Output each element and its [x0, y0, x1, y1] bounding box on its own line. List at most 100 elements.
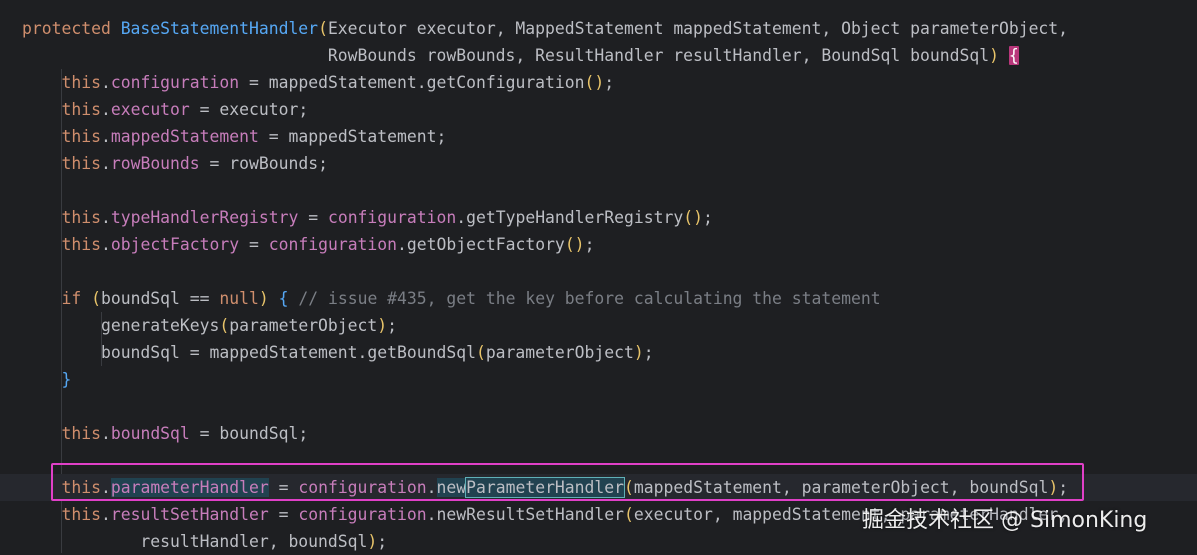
- code-token: null: [219, 289, 259, 308]
- code-token: executor: [110, 100, 190, 119]
- code-token: this: [61, 235, 101, 254]
- code-token: = mappedStatement;: [258, 127, 447, 146]
- code-token: = executor;: [189, 100, 309, 119]
- code-token: (): [584, 73, 605, 92]
- code-token: (: [475, 343, 486, 362]
- code-token: ;: [387, 316, 398, 335]
- code-line[interactable]: boundSql = mappedStatement.getBoundSql(p…: [22, 339, 1197, 366]
- code-token: =: [298, 208, 328, 227]
- code-token: parameterObject: [485, 343, 634, 362]
- code-line[interactable]: if (boundSql == null) { // issue #435, g…: [22, 285, 1197, 312]
- code-line[interactable]: this.mappedStatement = mappedStatement;: [22, 123, 1197, 150]
- code-token: configuration: [268, 235, 398, 254]
- code-token: this: [61, 100, 101, 119]
- code-token: .: [100, 505, 111, 524]
- code-token: protected: [22, 19, 121, 38]
- code-token: boundSql: [110, 424, 190, 443]
- code-token: {: [1008, 46, 1019, 65]
- code-token: this: [61, 505, 101, 524]
- code-line[interactable]: protected BaseStatementHandler(Executor …: [22, 15, 1197, 42]
- code-line[interactable]: generateKeys(parameterObject);: [22, 312, 1197, 339]
- code-token: (): [683, 208, 703, 227]
- code-line[interactable]: }: [22, 366, 1197, 393]
- code-token: (: [318, 19, 328, 38]
- code-token: this: [61, 208, 101, 227]
- code-token: = mappedStatement.getConfiguration: [239, 73, 585, 92]
- code-token: =: [268, 505, 299, 524]
- watermark-text: 掘金技术社区 @ SimonKing: [862, 508, 1148, 533]
- code-token: typeHandlerRegistry: [110, 208, 299, 227]
- code-token: configuration: [110, 73, 240, 92]
- code-token: ): [377, 316, 388, 335]
- code-line[interactable]: RowBounds rowBounds, ResultHandler resul…: [22, 42, 1197, 69]
- code-token: =: [239, 235, 269, 254]
- code-line[interactable]: this.rowBounds = rowBounds;: [22, 150, 1197, 177]
- code-token: }: [61, 370, 72, 389]
- code-token: RowBounds rowBounds, ResultHandler resul…: [327, 46, 990, 65]
- code-token: .: [100, 424, 111, 443]
- code-token: objectFactory: [110, 235, 240, 254]
- code-token: BaseStatementHandler: [120, 19, 319, 38]
- code-line[interactable]: this.executor = executor;: [22, 96, 1197, 123]
- code-token: this: [61, 154, 101, 173]
- code-token: mappedStatement: [110, 127, 259, 146]
- code-token: ;: [604, 73, 615, 92]
- code-token: .: [100, 235, 111, 254]
- code-token: configuration: [327, 208, 457, 227]
- code-token: (: [624, 505, 634, 524]
- code-token: .: [100, 154, 111, 173]
- code-line[interactable]: [22, 177, 1197, 204]
- code-line[interactable]: this.configuration = mappedStatement.get…: [22, 69, 1197, 96]
- code-token: parameterObject: [229, 316, 378, 335]
- code-token: .: [100, 100, 111, 119]
- code-token: ): [258, 289, 269, 308]
- code-token: .: [100, 208, 111, 227]
- code-token: .newResultSetHandler: [426, 505, 625, 524]
- code-token: .getObjectFactory: [397, 235, 565, 254]
- code-token: configuration: [298, 505, 427, 524]
- code-token: ;: [584, 235, 595, 254]
- code-token: ;: [643, 343, 654, 362]
- code-token: ;: [702, 208, 713, 227]
- code-token: resultSetHandler: [110, 505, 269, 524]
- code-editor[interactable]: protected BaseStatementHandler(Executor …: [0, 0, 1197, 553]
- code-token: boundSql = mappedStatement.getBoundSql: [100, 343, 476, 362]
- code-token: if: [61, 289, 92, 308]
- code-token: this: [61, 424, 101, 443]
- code-line[interactable]: [22, 258, 1197, 285]
- code-token: ): [989, 46, 999, 65]
- code-line[interactable]: this.boundSql = boundSql;: [22, 420, 1197, 447]
- code-token: = rowBounds;: [199, 154, 328, 173]
- code-token: (: [91, 289, 101, 308]
- code-token: this: [61, 127, 101, 146]
- code-token: Executor executor, MappedStatement mappe…: [327, 19, 1069, 38]
- code-line[interactable]: [22, 393, 1197, 420]
- code-line[interactable]: this.objectFactory = configuration.getOb…: [22, 231, 1197, 258]
- code-token: {: [278, 289, 289, 308]
- code-token: generateKeys: [100, 316, 220, 335]
- code-token: (: [219, 316, 230, 335]
- code-token: // issue #435, get the key before calcul…: [288, 289, 881, 308]
- code-token: .getTypeHandlerRegistry: [456, 208, 684, 227]
- code-line[interactable]: this.typeHandlerRegistry = configuration…: [22, 204, 1197, 231]
- code-token: .: [100, 127, 111, 146]
- code-token: = boundSql;: [189, 424, 309, 443]
- code-token: boundSql ==: [100, 289, 220, 308]
- code-token: (): [564, 235, 585, 254]
- code-token: resultHandler, boundSql: [140, 532, 368, 551]
- highlight-annotation-box: [51, 463, 1084, 501]
